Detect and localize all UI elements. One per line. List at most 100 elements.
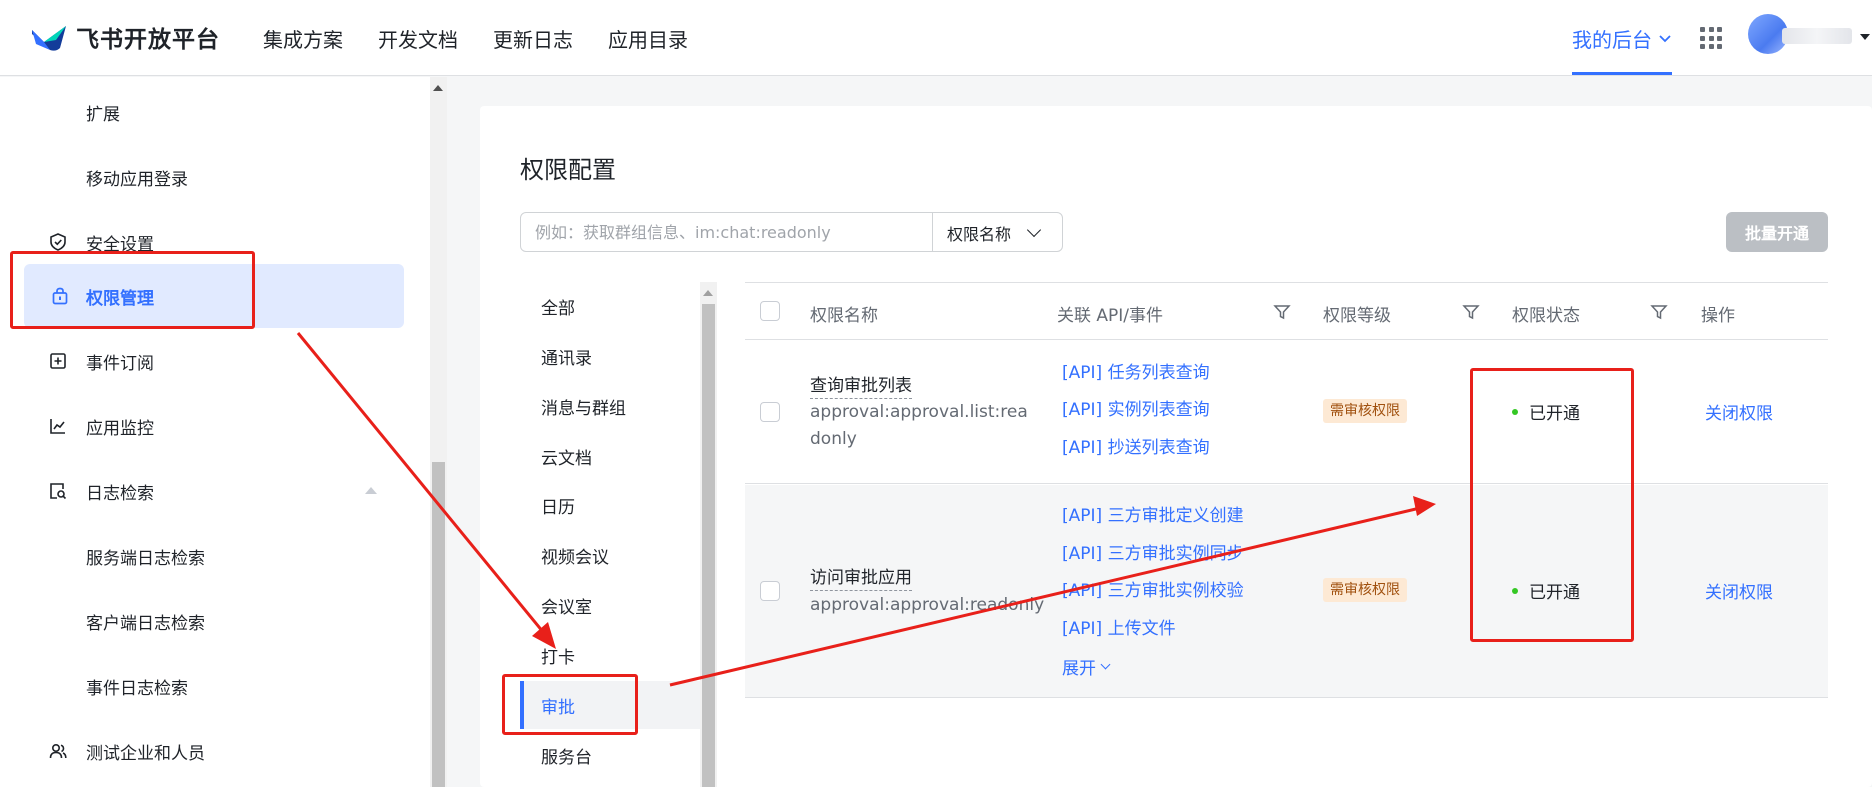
scroll-up-arrow-icon[interactable] (703, 290, 713, 296)
caret-down-icon[interactable] (1860, 34, 1870, 40)
blurred-username (1782, 28, 1852, 44)
permission-name[interactable]: 查询审批列表 (810, 371, 912, 399)
annotation-box-permissions (10, 251, 255, 329)
disable-permission-link[interactable]: 关闭权限 (1705, 578, 1773, 603)
my-backend-menu[interactable]: 我的后台 (1572, 24, 1672, 53)
chevron-down-icon (1100, 659, 1111, 670)
api-link[interactable]: [API] 上传文件 (1062, 614, 1176, 639)
column-header-name: 权限名称 (810, 306, 878, 326)
sidebar-item-label: 移动应用登录 (86, 169, 188, 190)
nav-changelog[interactable]: 更新日志 (493, 24, 573, 53)
category-messages-groups[interactable]: 消息与群组 (520, 382, 700, 430)
active-tab-underline (1572, 72, 1672, 75)
api-link[interactable]: [API] 实例列表查询 (1062, 395, 1210, 420)
category-label: 通讯录 (541, 348, 592, 369)
sidebar-item-extension[interactable]: 扩展 (0, 80, 404, 144)
sidebar-item-label: 服务端日志检索 (86, 548, 205, 569)
plus-box-icon (50, 353, 66, 369)
category-label: 会议室 (541, 597, 592, 618)
sidebar-item-label: 扩展 (86, 104, 120, 125)
category-helpdesk[interactable]: 服务台 (520, 731, 700, 779)
table-row: 查询审批列表 approval:approval.list:readonly [… (745, 341, 1828, 484)
scroll-up-arrow-icon[interactable] (433, 85, 443, 91)
api-link[interactable]: [API] 三方审批定义创建 (1062, 501, 1244, 526)
sidebar-scrollbar[interactable] (430, 77, 447, 787)
sidebar-item-server-log-search[interactable]: 服务端日志检索 (0, 524, 404, 588)
users-icon (49, 743, 67, 759)
shield-icon (50, 233, 66, 251)
filter-icon[interactable] (1462, 303, 1480, 321)
divider (932, 213, 933, 251)
search-input[interactable] (535, 221, 905, 243)
sidebar-item-mobile-login[interactable]: 移动应用登录 (0, 145, 404, 209)
row-checkbox[interactable] (760, 581, 780, 601)
category-label: 打卡 (541, 647, 575, 668)
sidebar-item-test-users[interactable]: 测试企业和人员 (0, 719, 404, 783)
category-label: 服务台 (541, 747, 592, 768)
sidebar: 扩展 移动应用登录 安全设置 权限管理 事件订阅 应用监控 日志检索 服务端日志… (0, 77, 430, 787)
row-checkbox[interactable] (760, 402, 780, 422)
scrollbar-thumb[interactable] (702, 304, 715, 787)
sidebar-item-log-search[interactable]: 日志检索 (0, 459, 404, 523)
sidebar-item-label: 应用监控 (86, 418, 154, 439)
column-header-level: 权限等级 (1323, 306, 1391, 326)
sidebar-item-label: 事件日志检索 (86, 678, 188, 699)
batch-enable-button[interactable]: 批量开通 (1726, 212, 1828, 252)
expand-link[interactable]: 展开 (1062, 654, 1111, 679)
sidebar-item-app-monitoring[interactable]: 应用监控 (0, 394, 404, 458)
filter-icon[interactable] (1273, 303, 1291, 321)
category-cloud-docs[interactable]: 云文档 (520, 432, 700, 480)
category-video-meeting[interactable]: 视频会议 (520, 531, 700, 579)
chevron-down-icon[interactable] (1026, 222, 1042, 238)
scrollbar-thumb[interactable] (432, 462, 445, 787)
feishu-logo-icon (32, 26, 66, 51)
chevron-down-icon (1659, 34, 1671, 42)
annotation-box-approval (502, 674, 638, 735)
category-contacts[interactable]: 通讯录 (520, 332, 700, 380)
sidebar-item-label: 客户端日志检索 (86, 613, 205, 634)
api-link[interactable]: [API] 三方审批实例校验 (1062, 576, 1244, 601)
annotation-box-status (1470, 368, 1634, 642)
permission-name[interactable]: 访问审批应用 (810, 563, 912, 591)
column-header-api: 关联 API/事件 (1057, 306, 1164, 326)
brand-name: 飞书开放平台 (76, 27, 220, 53)
category-label: 视频会议 (541, 547, 609, 568)
sidebar-item-event-log-search[interactable]: 事件日志检索 (0, 654, 404, 718)
disable-permission-link[interactable]: 关闭权限 (1705, 399, 1773, 424)
collapse-caret-icon[interactable] (365, 487, 377, 494)
category-calendar[interactable]: 日历 (520, 481, 700, 529)
nav-docs[interactable]: 开发文档 (378, 24, 458, 53)
filter-icon[interactable] (1650, 303, 1668, 321)
api-link[interactable]: [API] 任务列表查询 (1062, 358, 1210, 383)
select-all-checkbox[interactable] (760, 301, 780, 321)
nav-app-directory[interactable]: 应用目录 (608, 24, 688, 53)
table-row: 访问审批应用 approval:approval:readonly [API] … (745, 485, 1828, 698)
category-label: 云文档 (541, 448, 592, 469)
sidebar-item-event-subscription[interactable]: 事件订阅 (0, 329, 404, 393)
api-link[interactable]: [API] 抄送列表查询 (1062, 433, 1210, 458)
category-all[interactable]: 全部 (520, 282, 700, 330)
page-title: 权限配置 (520, 156, 616, 184)
sidebar-item-label: 日志检索 (86, 483, 154, 504)
line-chart-icon (50, 419, 65, 434)
app-grid-icon[interactable] (1700, 27, 1722, 49)
column-header-status: 权限状态 (1512, 306, 1580, 326)
log-search-icon (50, 483, 67, 500)
table-header: 权限名称 关联 API/事件 权限等级 权限状态 操作 (745, 282, 1828, 340)
category-meeting-room[interactable]: 会议室 (520, 581, 700, 629)
expand-label: 展开 (1062, 659, 1096, 679)
top-navigation-bar: 飞书开放平台 集成方案 开发文档 更新日志 应用目录 我的后台 (0, 0, 1872, 76)
sidebar-item-label: 事件订阅 (86, 353, 154, 374)
category-label: 全部 (541, 298, 575, 319)
column-header-action: 操作 (1701, 306, 1735, 326)
permission-search: 权限名称 (520, 212, 1063, 252)
search-field-select[interactable]: 权限名称 (947, 221, 1011, 245)
api-link[interactable]: [API] 三方审批实例同步 (1062, 539, 1244, 564)
nav-solutions[interactable]: 集成方案 (263, 24, 343, 53)
permission-level-badge: 需审核权限 (1323, 399, 1407, 423)
category-attendance[interactable]: 打卡 (520, 631, 700, 679)
sidebar-item-client-log-search[interactable]: 客户端日志检索 (0, 589, 404, 653)
category-scrollbar[interactable] (700, 282, 717, 787)
sidebar-item-label: 测试企业和人员 (86, 743, 205, 764)
brand-logo[interactable]: 飞书开放平台 (30, 20, 220, 54)
